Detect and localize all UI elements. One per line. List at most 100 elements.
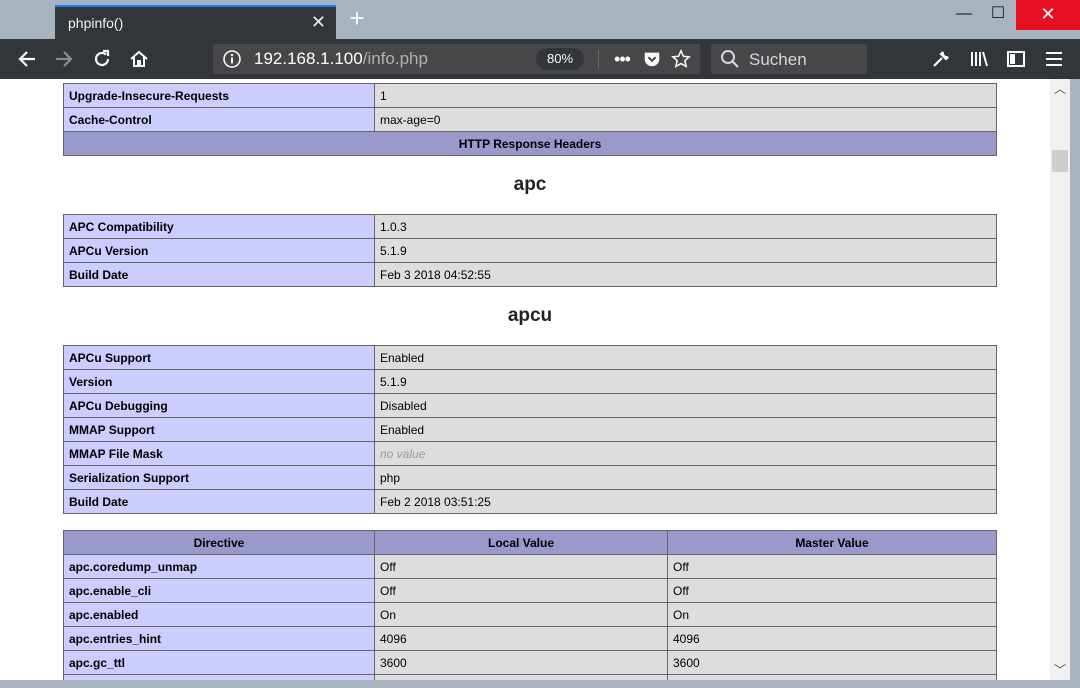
- url-path: /info.php: [362, 49, 428, 68]
- table-key: Build Date: [63, 262, 375, 287]
- master-value: Off: [667, 554, 997, 579]
- master-value: 4096: [667, 626, 997, 651]
- window-close-icon[interactable]: ✕: [1016, 0, 1080, 30]
- tab-title: phpinfo(): [68, 15, 124, 31]
- url-text[interactable]: 192.168.1.100/info.php: [254, 49, 428, 69]
- table-row: apc.gc_ttl 3600 3600: [63, 650, 997, 675]
- table-value: Enabled: [374, 345, 997, 370]
- table-row: Serialization Support php: [63, 465, 997, 490]
- home-icon[interactable]: [125, 45, 153, 73]
- request-headers-table: Upgrade-Insecure-Requests 1 Cache-Contro…: [63, 83, 997, 156]
- scrollbar-thumb[interactable]: [1052, 150, 1068, 172]
- bookmark-star-icon[interactable]: [669, 47, 693, 71]
- table-key: MMAP Support: [63, 417, 375, 442]
- scroll-down-icon[interactable]: ﹀: [1050, 660, 1070, 680]
- table-row: MMAP Support Enabled: [63, 417, 997, 442]
- directive-name: apc.gc_ttl: [63, 650, 375, 675]
- table-row: Build Date Feb 2 2018 03:51:25: [63, 489, 997, 514]
- table-row: MMAP File Mask no value: [63, 441, 997, 466]
- directives-table: Directive Local Value Master Value apc.c…: [63, 530, 997, 688]
- directive-name: apc.enabled: [63, 602, 375, 627]
- table-value: 1.0.3: [374, 214, 997, 239]
- table-header-row: Directive Local Value Master Value: [63, 530, 997, 555]
- page-viewport: Upgrade-Insecure-Requests 1 Cache-Contro…: [0, 79, 1050, 688]
- window-border-bottom: [0, 680, 1080, 688]
- local-value: Off: [374, 578, 668, 603]
- column-header-directive: Directive: [63, 530, 375, 555]
- table-value: 1: [374, 83, 997, 108]
- table-key: APCu Version: [63, 238, 375, 263]
- search-icon: [721, 50, 739, 68]
- page-actions-icon[interactable]: •••: [610, 47, 634, 71]
- local-value: Off: [374, 554, 668, 579]
- new-tab-icon[interactable]: +: [343, 4, 371, 34]
- reload-icon[interactable]: [88, 45, 116, 73]
- zoom-level-button[interactable]: 80%: [536, 48, 584, 70]
- scroll-up-icon[interactable]: ︿: [1050, 79, 1070, 99]
- window-border-right: [1070, 79, 1080, 688]
- tab-phpinfo[interactable]: phpinfo() ✕: [55, 5, 336, 39]
- table-row: APCu Debugging Disabled: [63, 393, 997, 418]
- table-row: APCu Version 5.1.9: [63, 238, 997, 263]
- local-value: 4096: [374, 626, 668, 651]
- apcu-table: APCu Support Enabled Version 5.1.9 APCu …: [63, 345, 997, 514]
- menu-icon[interactable]: [1040, 45, 1068, 73]
- developer-tools-icon[interactable]: [927, 45, 955, 73]
- directive-name: apc.entries_hint: [63, 626, 375, 651]
- library-icon[interactable]: [965, 45, 993, 73]
- table-header-row: HTTP Response Headers: [63, 131, 997, 156]
- directive-name: apc.enable_cli: [63, 578, 375, 603]
- site-info-icon[interactable]: [222, 49, 242, 69]
- section-title-apcu: apcu: [507, 305, 553, 326]
- back-icon[interactable]: [13, 45, 41, 73]
- title-bar: phpinfo() ✕ + — ☐ ✕: [0, 0, 1080, 39]
- tab-close-icon[interactable]: ✕: [311, 12, 326, 33]
- table-value: php: [374, 465, 997, 490]
- table-row: APC Compatibility 1.0.3: [63, 214, 997, 239]
- minimize-icon[interactable]: —: [946, 0, 982, 30]
- forward-icon[interactable]: [50, 45, 78, 73]
- table-row: APCu Support Enabled: [63, 345, 997, 370]
- master-value: On: [667, 602, 997, 627]
- master-value: 3600: [667, 650, 997, 675]
- directive-name: apc.coredump_unmap: [63, 554, 375, 579]
- table-key: Serialization Support: [63, 465, 375, 490]
- table-row: Version 5.1.9: [63, 369, 997, 394]
- table-key: Upgrade-Insecure-Requests: [63, 83, 375, 108]
- section-header: HTTP Response Headers: [63, 131, 997, 156]
- table-value: Disabled: [374, 393, 997, 418]
- table-value: Feb 3 2018 04:52:55: [374, 262, 997, 287]
- table-key: Version: [63, 369, 375, 394]
- master-value: Off: [667, 578, 997, 603]
- table-row: apc.enabled On On: [63, 602, 997, 627]
- table-key: APCu Support: [63, 345, 375, 370]
- pocket-icon[interactable]: [640, 47, 664, 71]
- url-divider: [598, 50, 599, 68]
- table-row: apc.enable_cli Off Off: [63, 578, 997, 603]
- section-title-apc: apc: [513, 174, 547, 195]
- table-row: Cache-Control max-age=0: [63, 107, 997, 132]
- table-value-empty: no value: [374, 441, 997, 466]
- column-header-local-value: Local Value: [374, 530, 668, 555]
- table-key: MMAP File Mask: [63, 441, 375, 466]
- table-row: Upgrade-Insecure-Requests 1: [63, 83, 997, 108]
- column-header-master-value: Master Value: [667, 530, 997, 555]
- vertical-scrollbar[interactable]: ︿ ﹀: [1050, 79, 1070, 680]
- table-key: Build Date: [63, 489, 375, 514]
- table-value: max-age=0: [374, 107, 997, 132]
- local-value: 3600: [374, 650, 668, 675]
- apc-table: APC Compatibility 1.0.3 APCu Version 5.1…: [63, 214, 997, 287]
- url-host: 192.168.1.100: [254, 49, 363, 68]
- search-bar[interactable]: Suchen: [711, 44, 867, 74]
- table-row: apc.entries_hint 4096 4096: [63, 626, 997, 651]
- maximize-icon[interactable]: ☐: [980, 0, 1016, 30]
- table-value: 5.1.9: [374, 369, 997, 394]
- search-placeholder: Suchen: [749, 50, 807, 69]
- table-value: 5.1.9: [374, 238, 997, 263]
- local-value: On: [374, 602, 668, 627]
- table-key: APCu Debugging: [63, 393, 375, 418]
- table-key: APC Compatibility: [63, 214, 375, 239]
- table-value: Enabled: [374, 417, 997, 442]
- sidebar-icon[interactable]: [1002, 45, 1030, 73]
- url-bar[interactable]: 192.168.1.100/info.php 80% •••: [213, 44, 700, 74]
